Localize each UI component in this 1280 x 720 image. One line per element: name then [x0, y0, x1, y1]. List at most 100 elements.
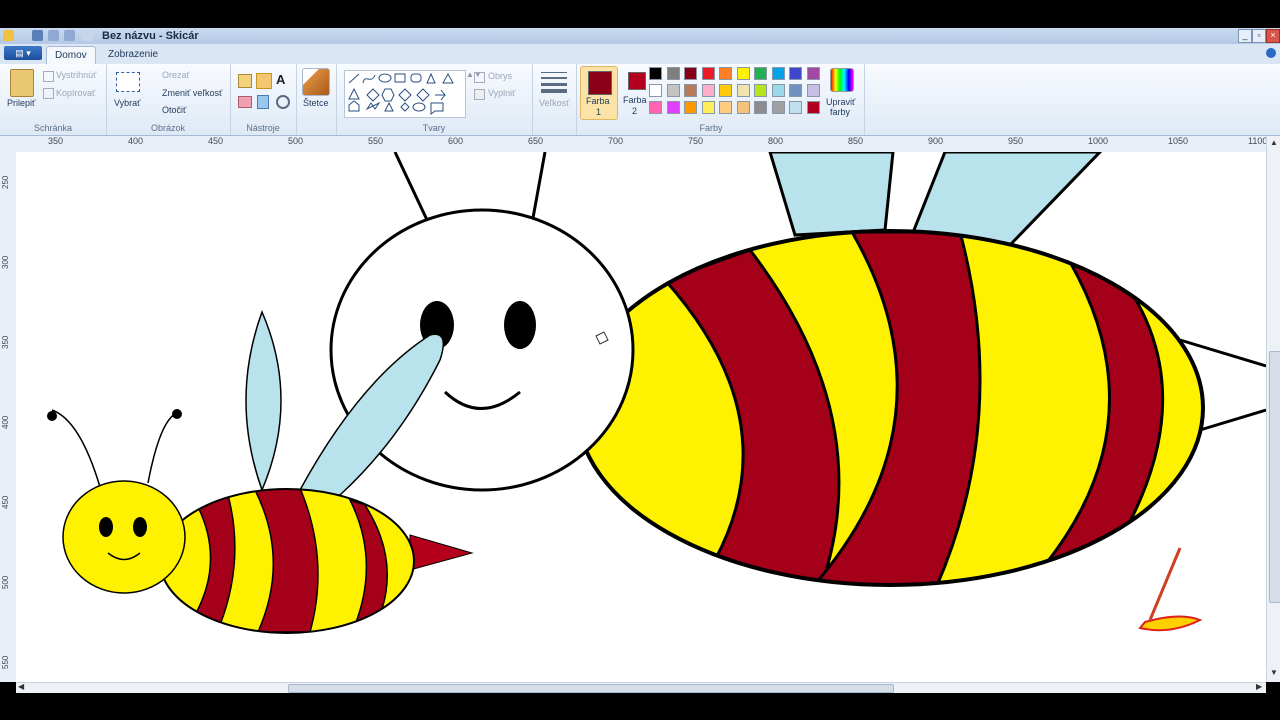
- color2-button[interactable]: Farba 2: [620, 66, 652, 118]
- copy-button[interactable]: Kopírovať: [56, 88, 95, 98]
- palette-swatch[interactable]: [789, 84, 802, 97]
- palette-swatch[interactable]: [806, 84, 820, 97]
- palette-swatch[interactable]: [719, 84, 732, 97]
- palette-swatch[interactable]: [754, 67, 767, 80]
- paste-button[interactable]: Prilepiť: [7, 98, 35, 108]
- quick-access-dropdown-icon[interactable]: [82, 30, 93, 41]
- fill-dropdown[interactable]: Vyplniť: [488, 88, 516, 98]
- horizontal-scroll-thumb[interactable]: [288, 684, 894, 693]
- size-icon[interactable]: [541, 70, 567, 94]
- file-menu-button[interactable]: ▤ ▾: [4, 46, 42, 60]
- palette-swatch[interactable]: [754, 101, 767, 114]
- small-bee-antennae: [51, 409, 178, 488]
- palette-swatch[interactable]: [736, 67, 750, 80]
- paint-app-icon[interactable]: [3, 30, 14, 41]
- window-title: Bez názvu - Skicár: [102, 30, 199, 42]
- ruler-tick-label: 950: [1008, 136, 1024, 146]
- palette-swatch[interactable]: [666, 67, 680, 80]
- ruler-tick-label: 400: [1, 415, 10, 429]
- ruler-tick-label: 650: [528, 136, 544, 146]
- outline-icon: [474, 72, 485, 83]
- edit-colors-icon[interactable]: [830, 68, 854, 92]
- text-tool-icon[interactable]: A: [276, 72, 285, 87]
- tab-zobrazenie[interactable]: Zobrazenie: [100, 46, 166, 64]
- brushes-icon[interactable]: [302, 68, 330, 96]
- ruler-tick-label: 300: [1, 255, 10, 269]
- save-icon[interactable]: [32, 30, 43, 41]
- large-bee-eye-right: [504, 301, 536, 349]
- palette-swatch[interactable]: [666, 101, 680, 114]
- palette-swatch[interactable]: [684, 101, 697, 114]
- scroll-up-icon[interactable]: ▲: [1270, 138, 1278, 147]
- palette-swatch[interactable]: [806, 67, 820, 80]
- undo-icon[interactable]: [48, 30, 59, 41]
- cut-button[interactable]: Vystrihnúť: [56, 70, 97, 80]
- color1-button[interactable]: Farba 1: [580, 66, 618, 120]
- close-button[interactable]: ×: [1266, 29, 1280, 43]
- horizontal-scrollbar[interactable]: ◀ ▶: [16, 682, 1266, 693]
- scroll-left-icon[interactable]: ◀: [18, 682, 24, 691]
- tab-domov[interactable]: Domov: [46, 46, 96, 65]
- palette-swatch[interactable]: [806, 101, 820, 114]
- palette-swatch[interactable]: [736, 84, 750, 97]
- resize-button[interactable]: Zmeniť veľkosť: [162, 88, 222, 98]
- palette-swatch[interactable]: [789, 67, 802, 80]
- redo-icon[interactable]: [64, 30, 75, 41]
- scroll-right-icon[interactable]: ▶: [1256, 682, 1262, 691]
- ruler-tick-label: 450: [208, 136, 224, 146]
- vertical-scrollbar[interactable]: ▲ ▼: [1266, 136, 1280, 682]
- maximize-button[interactable]: ▫: [1252, 29, 1266, 43]
- group-image: Vybrať Orezať Zmeniť veľkosť Otočiť Obrá…: [106, 64, 231, 135]
- drawing-svg: [47, 152, 1266, 634]
- eraser-icon[interactable]: [238, 96, 252, 108]
- crop-button[interactable]: Orezať: [162, 70, 190, 80]
- palette-swatch[interactable]: [719, 67, 732, 80]
- select-button[interactable]: Vybrať: [114, 98, 141, 108]
- pencil-icon[interactable]: [238, 74, 252, 88]
- palette-swatch[interactable]: [666, 84, 680, 97]
- scroll-down-icon[interactable]: ▼: [1270, 668, 1278, 677]
- brushes-button[interactable]: Štetce: [303, 98, 329, 108]
- palette-swatch[interactable]: [684, 67, 697, 80]
- minimize-button[interactable]: _: [1238, 29, 1252, 43]
- ribbon: Prilepiť Vystrihnúť Kopírovať Schránka V…: [0, 64, 1280, 136]
- size-button[interactable]: Veľkosť: [539, 98, 570, 108]
- small-bee-head: [62, 480, 186, 594]
- palette-swatch[interactable]: [771, 67, 785, 80]
- palette-swatch[interactable]: [649, 84, 662, 97]
- palette-swatch[interactable]: [701, 67, 715, 80]
- palette-swatch[interactable]: [649, 67, 662, 80]
- rotate-button[interactable]: Otočiť: [162, 105, 186, 115]
- palette-swatch[interactable]: [701, 84, 715, 97]
- vertical-scroll-thumb[interactable]: [1269, 351, 1280, 603]
- ruler-tick-label: 500: [288, 136, 304, 146]
- palette-swatch[interactable]: [684, 84, 697, 97]
- shapes-icons: [348, 72, 454, 115]
- palette-swatch[interactable]: [719, 101, 732, 114]
- palette-swatch[interactable]: [789, 101, 802, 114]
- color-palette: [649, 67, 825, 121]
- drawing-canvas[interactable]: [16, 152, 1266, 682]
- ruler-tick-label: 250: [1, 175, 10, 189]
- select-icon[interactable]: [116, 72, 140, 92]
- magnifier-icon[interactable]: [276, 95, 290, 109]
- palette-swatch[interactable]: [771, 101, 785, 114]
- palette-swatch[interactable]: [754, 84, 767, 97]
- ruler-tick-label: 550: [1, 655, 10, 669]
- edit-colors-button[interactable]: Upraviť: [826, 97, 855, 107]
- edit-colors-button-line2: farby: [830, 107, 851, 117]
- palette-swatch[interactable]: [736, 101, 750, 114]
- fill-bucket-icon[interactable]: [256, 73, 272, 89]
- paste-icon[interactable]: [10, 69, 34, 97]
- ribbon-tabs: ▤ ▾ Domov Zobrazenie: [0, 44, 1280, 65]
- small-bee-wing-back: [245, 309, 282, 493]
- palette-swatch[interactable]: [771, 84, 785, 97]
- shapes-gallery[interactable]: [344, 70, 466, 118]
- large-bee-wing-left: [768, 152, 895, 237]
- color1-label: Farba: [586, 96, 610, 106]
- help-icon[interactable]: [1266, 48, 1276, 58]
- palette-swatch[interactable]: [701, 101, 715, 114]
- outline-dropdown[interactable]: Obrys: [488, 71, 512, 81]
- color-picker-icon[interactable]: [257, 95, 269, 109]
- palette-swatch[interactable]: [649, 101, 662, 114]
